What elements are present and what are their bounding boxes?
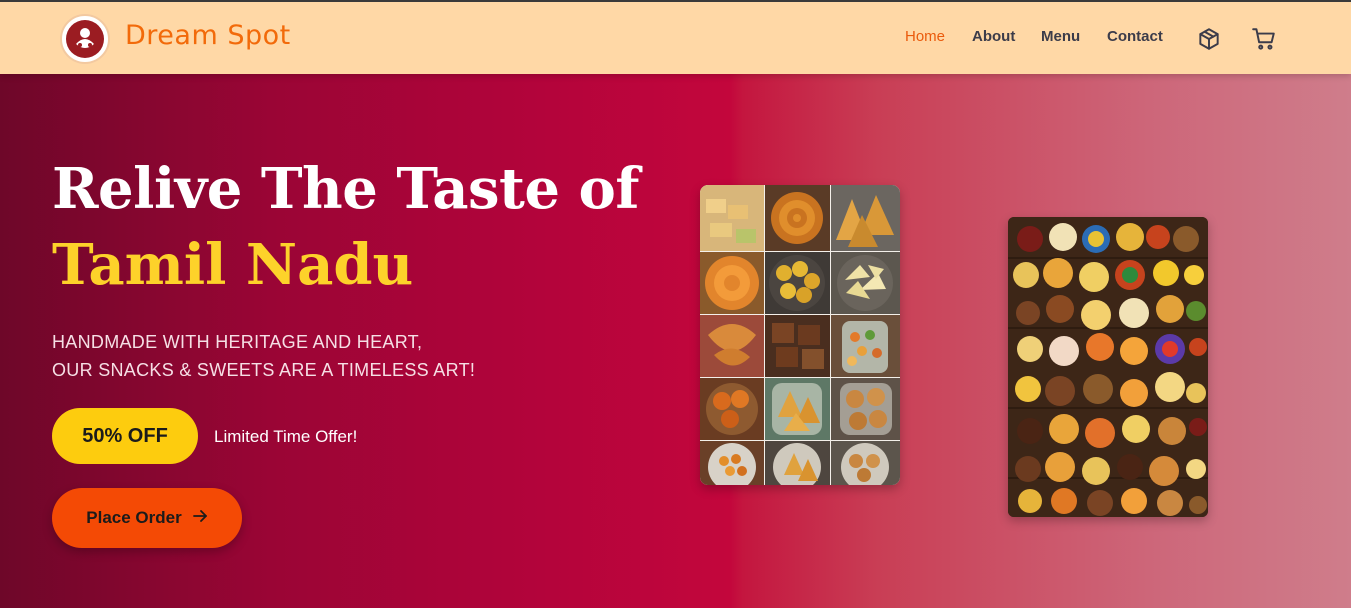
nav-contact[interactable]: Contact (1107, 28, 1163, 45)
hero-subtitle-line1: HANDMADE WITH HERITAGE AND HEART, (52, 332, 423, 352)
package-icon[interactable] (1196, 26, 1222, 52)
arrow-right-icon (192, 508, 208, 529)
hero-title: Relive The Taste of (52, 156, 639, 222)
sweets-logo-icon (66, 20, 104, 58)
nav-menu[interactable]: Menu (1041, 28, 1080, 45)
nav-about[interactable]: About (972, 28, 1015, 45)
offer-badge: 50% OFF (52, 408, 198, 464)
cart-icon[interactable] (1251, 26, 1277, 52)
nav-home[interactable]: Home (905, 28, 945, 45)
snacks-board-image (1008, 217, 1208, 517)
navbar: Dream Spot Home About Menu Contact (0, 2, 1351, 74)
snacks-grid-image (700, 185, 900, 485)
hero-subtitle-line2: OUR SNACKS & SWEETS ARE A TIMELESS ART! (52, 360, 476, 380)
place-order-label: Place Order (86, 508, 182, 527)
hero-title-accent: Tamil Nadu (52, 232, 414, 298)
hero-section: Relive The Taste of Tamil Nadu HANDMADE … (0, 74, 1351, 608)
offer-text: Limited Time Offer! (214, 427, 358, 446)
window-top-border (0, 0, 1351, 2)
place-order-button[interactable]: Place Order (52, 488, 242, 548)
brand-name[interactable]: Dream Spot (125, 20, 291, 51)
logo[interactable] (60, 14, 110, 64)
